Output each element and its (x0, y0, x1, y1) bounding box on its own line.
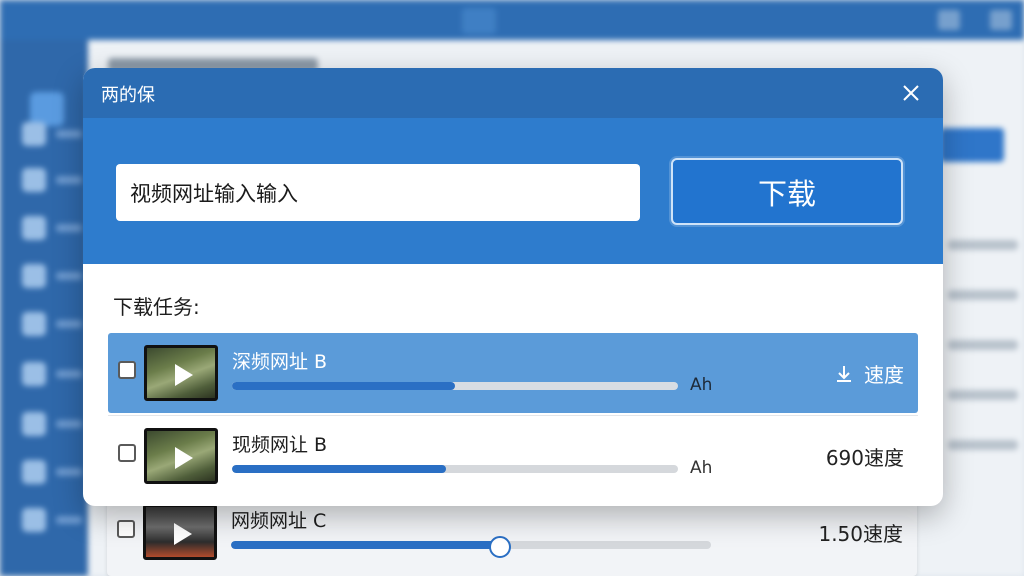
task-progress-fill (232, 382, 455, 390)
background-sidebar-icon (22, 312, 46, 336)
download-dialog: 两的保 下载 下载任务: 深频网址 B Ah 速度 (83, 68, 943, 506)
video-thumbnail (143, 504, 217, 560)
background-row (948, 290, 1018, 300)
tasks-label: 下载任务: (113, 295, 200, 319)
task-speed-text: 速度 (864, 363, 904, 387)
background-sidebar-icon (22, 216, 46, 240)
play-icon (175, 364, 193, 386)
download-button[interactable]: 下载 (671, 158, 903, 225)
task-row[interactable]: 深频网址 B Ah 速度 (108, 333, 918, 413)
background-sidebar-line (56, 176, 82, 184)
background-sidebar-line (56, 320, 82, 328)
task-progress-track (232, 382, 678, 390)
task-row[interactable]: 现频网让 B Ah 690速度 (108, 415, 918, 495)
background-row (948, 340, 1018, 350)
download-icon (837, 365, 851, 382)
background-sidebar-icon (22, 168, 46, 192)
task-speed[interactable]: 速度 (834, 359, 904, 388)
background-row (948, 390, 1018, 400)
task-name: 现频网让 B (232, 434, 328, 456)
close-icon (903, 85, 919, 101)
task-checkbox[interactable] (118, 361, 136, 379)
background-sidebar-icon (22, 362, 46, 386)
task-progress-fill (231, 541, 500, 549)
task-speed: 690速度 (826, 442, 904, 471)
task-meta: Ah (690, 458, 713, 478)
background-sidebar-line (56, 272, 82, 280)
background-sidebar-icon (22, 122, 46, 146)
task-progress-fill (232, 465, 447, 473)
background-sidebar-line (56, 130, 82, 138)
task-progress-track (231, 541, 711, 549)
background-sidebar-icon (22, 264, 46, 288)
task-meta: Ah (690, 375, 713, 395)
background-row (948, 240, 1018, 250)
background-row (948, 440, 1018, 450)
background-sidebar-line (56, 468, 82, 476)
background-logo (30, 92, 64, 126)
play-icon (174, 523, 192, 545)
task-progress-track (232, 465, 678, 473)
background-sidebar-line (56, 420, 82, 428)
background-window-control (938, 10, 960, 30)
background-sidebar (0, 40, 88, 576)
background-blob (462, 8, 496, 34)
task-speed-text: 690速度 (825, 446, 904, 470)
progress-slider-handle[interactable] (488, 536, 511, 558)
close-button[interactable] (893, 78, 929, 108)
background-sidebar-line (56, 224, 82, 232)
background-sidebar-line (56, 370, 82, 378)
background-sidebar-line (56, 516, 82, 524)
background-titlebar (0, 0, 1024, 40)
background-window-control (990, 10, 1012, 30)
task-name: 网频网址 C (231, 510, 327, 532)
play-icon (175, 447, 193, 469)
task-checkbox[interactable] (118, 444, 136, 462)
video-thumbnail (144, 345, 218, 401)
task-checkbox[interactable] (117, 520, 135, 538)
dialog-title: 两的保 (101, 85, 155, 106)
video-thumbnail (144, 428, 218, 484)
dialog-titlebar: 两的保 (83, 68, 943, 118)
background-sidebar-icon (22, 460, 46, 484)
task-speed-text: 1.50速度 (818, 522, 903, 546)
background-sidebar-icon (22, 412, 46, 436)
url-bar-area: 下载 (83, 118, 943, 264)
background-sidebar-icon (22, 508, 46, 532)
background-button (940, 128, 1004, 162)
task-name: 深频网址 B (232, 351, 328, 373)
url-input[interactable] (116, 164, 640, 221)
task-speed: 1.50速度 (818, 518, 903, 547)
